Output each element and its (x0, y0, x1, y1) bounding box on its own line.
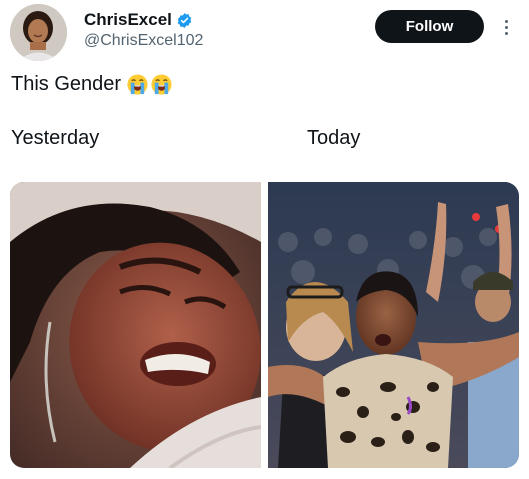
caption-yesterday: Yesterday (11, 127, 100, 149)
worshipping-woman-photo[interactable] (268, 182, 519, 468)
follow-button[interactable]: Follow (375, 10, 484, 43)
verified-badge-icon (177, 12, 192, 28)
tweet-text-content: This Gender (11, 73, 122, 95)
crying-woman-photo[interactable] (10, 182, 261, 468)
caption-today: Today (307, 127, 361, 149)
display-name-text[interactable]: ChrisExcel (84, 10, 172, 30)
display-name[interactable]: ChrisExcel (84, 10, 193, 30)
loudly-crying-face-emoji (127, 74, 148, 95)
more-options-icon[interactable] (497, 14, 515, 40)
avatar[interactable] (10, 4, 67, 61)
user-handle[interactable]: @ChrisExcel102 (84, 32, 203, 50)
tweet-text: This Gender (11, 73, 173, 96)
loudly-crying-face-emoji (151, 74, 172, 95)
